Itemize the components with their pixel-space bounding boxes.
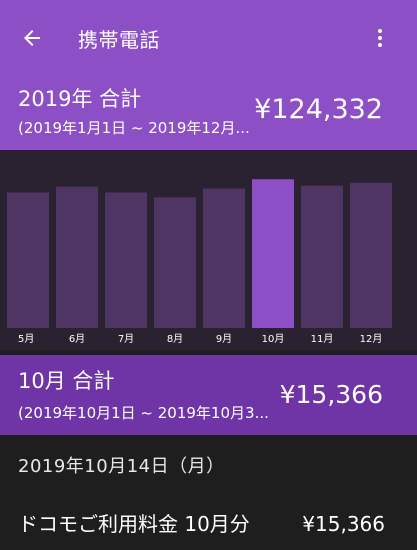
transaction-amount: ¥15,366 [302,512,385,536]
chart-bar[interactable] [154,197,196,328]
chart-tick-label: 10月 [262,333,285,345]
date-header: 2019年10月14日（月） [18,456,225,477]
chart-bar[interactable] [203,188,245,328]
month-summary-panel: 10月 合計 (2019年10月1日 ~ 2019年10月3... ¥15,36… [0,355,417,435]
app-bar: 携帯電話 [0,0,417,80]
chart-svg: 5月 6月 7月 8月 9月 10月 11月 12月 [7,179,392,345]
chart-tick-label: 12月 [360,333,383,345]
month-summary-label: 10月 合計 [18,369,115,393]
chart-bar[interactable] [350,182,392,328]
more-vert-icon[interactable] [368,26,392,50]
transaction-item[interactable]: ドコモご利用料金 10月分 ¥15,366 [0,500,417,550]
chart-tick-label: 8月 [167,333,183,345]
monthly-bar-chart: 5月 6月 7月 8月 9月 10月 11月 12月 [0,150,417,350]
year-summary-label: 2019年 合計 [18,87,142,111]
arrow-left-icon[interactable] [20,26,44,50]
chart-tick-label: 5月 [18,333,34,345]
chart-bar[interactable] [301,185,343,328]
month-summary-total: ¥15,366 [279,380,383,409]
chart-bar[interactable] [105,192,147,328]
year-summary-range: (2019年1月1日 ~ 2019年12月... [18,119,250,137]
chart-tick-label: 7月 [118,333,134,345]
chart-bar[interactable] [252,179,294,328]
year-summary-panel: 2019年 合計 (2019年1月1日 ~ 2019年12月... ¥124,3… [0,80,417,150]
page-title: 携帯電話 [78,28,160,52]
chart-tick-label: 11月 [311,333,334,345]
chart-bar[interactable] [7,192,49,328]
month-summary-range: (2019年10月1日 ~ 2019年10月3... [18,404,269,422]
transaction-label: ドコモご利用料金 10月分 [18,512,250,536]
chart-tick-label: 6月 [69,333,85,345]
chart-tick-label: 9月 [216,333,232,345]
chart-bar[interactable] [56,186,98,328]
year-summary-total: ¥124,332 [254,94,383,125]
